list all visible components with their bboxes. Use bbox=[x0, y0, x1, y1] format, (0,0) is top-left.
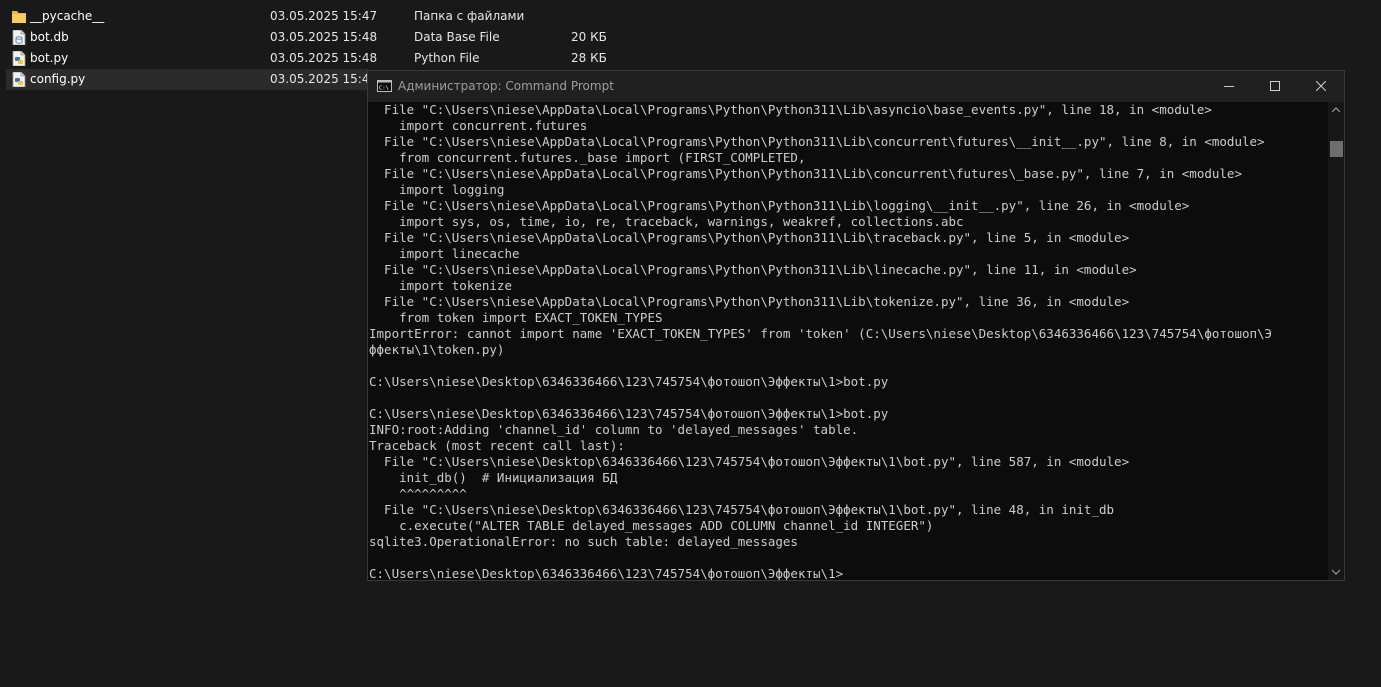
window-title: Администратор: Command Prompt bbox=[398, 79, 614, 93]
console-line: File "C:\Users\niese\AppData\Local\Progr… bbox=[369, 262, 1137, 277]
file-size: 20 КБ bbox=[571, 30, 607, 44]
close-button[interactable] bbox=[1298, 71, 1344, 102]
console-line: File "C:\Users\niese\AppData\Local\Progr… bbox=[369, 294, 1130, 309]
console-line: ImportError: cannot import name 'EXACT_T… bbox=[369, 326, 1273, 341]
file-date: 03.05.2025 15:47 bbox=[270, 9, 378, 23]
console-line: init_db() # Инициализация БД bbox=[369, 470, 618, 485]
folder-icon bbox=[12, 11, 26, 23]
console-line: INFO:root:Adding 'channel_id' column to … bbox=[369, 422, 859, 437]
python-file-icon bbox=[12, 51, 26, 66]
scroll-down-button[interactable] bbox=[1328, 564, 1344, 580]
console-line: C:\Users\niese\Desktop\6346336466\123\74… bbox=[369, 406, 889, 421]
console-line: ффекты\1\token.py) bbox=[369, 342, 505, 357]
file-name: __pycache__ bbox=[30, 9, 105, 23]
file-date: 03.05.2025 15:48 bbox=[270, 30, 378, 44]
file-date: 03.05.2025 15:48 bbox=[270, 51, 378, 65]
chevron-down-icon bbox=[1332, 569, 1340, 575]
console-line: import linecache bbox=[369, 246, 520, 261]
file-name: bot.py bbox=[30, 51, 69, 65]
console-line: import tokenize bbox=[369, 278, 512, 293]
console-line: File "C:\Users\niese\Desktop\6346336466\… bbox=[369, 454, 1130, 469]
console-line: File "C:\Users\niese\AppData\Local\Progr… bbox=[369, 166, 1242, 181]
console-line: sqlite3.OperationalError: no such table:… bbox=[369, 534, 798, 549]
console-line: from concurrent.futures._base import (FI… bbox=[369, 150, 806, 165]
console-line: Traceback (most recent call last): bbox=[369, 438, 625, 453]
console-line: c.execute("ALTER TABLE delayed_messages … bbox=[369, 518, 934, 533]
console-line: C:\Users\niese\Desktop\6346336466\123\74… bbox=[369, 566, 844, 580]
vertical-scrollbar[interactable] bbox=[1328, 102, 1344, 580]
console-line: C:\Users\niese\Desktop\6346336466\123\74… bbox=[369, 374, 889, 389]
title-bar[interactable]: C:\ Администратор: Command Prompt bbox=[368, 71, 1344, 102]
maximize-button[interactable] bbox=[1252, 71, 1298, 102]
chevron-up-icon bbox=[1332, 107, 1340, 113]
python-file-icon bbox=[12, 72, 26, 87]
console-line: File "C:\Users\niese\AppData\Local\Progr… bbox=[369, 198, 1190, 213]
minimize-button[interactable] bbox=[1206, 71, 1252, 102]
file-date: 03.05.2025 15:45 bbox=[270, 72, 378, 86]
console-line: File "C:\Users\niese\Desktop\6346336466\… bbox=[369, 502, 1115, 517]
file-name: bot.db bbox=[30, 30, 69, 44]
file-type: Папка с файлами bbox=[414, 9, 525, 23]
console-line: File "C:\Users\niese\AppData\Local\Progr… bbox=[369, 230, 1130, 245]
console-line: from token import EXACT_TOKEN_TYPES bbox=[369, 310, 663, 325]
console-line: import sys, os, time, io, re, traceback,… bbox=[369, 214, 964, 229]
minimize-icon bbox=[1224, 86, 1234, 87]
command-prompt-window[interactable]: C:\ Администратор: Command Prompt File "… bbox=[367, 70, 1345, 581]
console-line: import logging bbox=[369, 182, 505, 197]
console-line: File "C:\Users\niese\AppData\Local\Progr… bbox=[369, 134, 1265, 149]
file-size: 28 КБ bbox=[571, 51, 607, 65]
maximize-icon bbox=[1270, 81, 1280, 91]
file-type: Data Base File bbox=[414, 30, 500, 44]
file-name: config.py bbox=[30, 72, 86, 86]
close-icon bbox=[1316, 81, 1326, 91]
scrollbar-thumb[interactable] bbox=[1330, 141, 1343, 157]
cmd-icon: C:\ bbox=[377, 80, 392, 92]
database-file-icon bbox=[12, 30, 26, 45]
scroll-up-button[interactable] bbox=[1328, 102, 1344, 118]
console-line: ^^^^^^^^^ bbox=[369, 486, 467, 501]
console-output[interactable]: File "C:\Users\niese\AppData\Local\Progr… bbox=[368, 102, 1328, 580]
console-line: import concurrent.futures bbox=[369, 118, 588, 133]
console-line: File "C:\Users\niese\AppData\Local\Progr… bbox=[369, 102, 1212, 117]
svg-text:C:\: C:\ bbox=[379, 86, 389, 92]
file-type: Python File bbox=[414, 51, 480, 65]
